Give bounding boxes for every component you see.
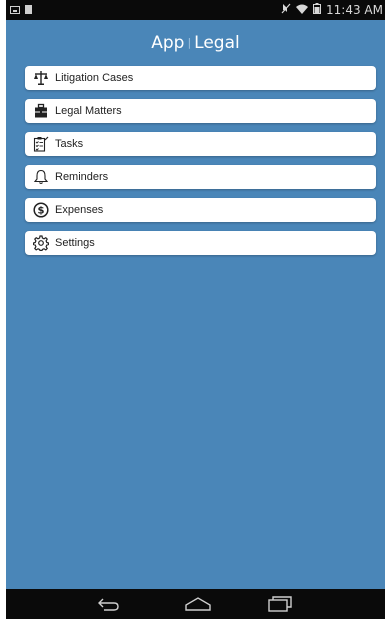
menu-item-expenses[interactable]: $ Expenses bbox=[25, 198, 376, 222]
back-icon[interactable] bbox=[98, 595, 120, 618]
briefcase-icon bbox=[33, 103, 49, 119]
home-icon[interactable] bbox=[185, 595, 211, 618]
menu-item-label: Tasks bbox=[55, 138, 84, 150]
bell-icon bbox=[33, 169, 49, 185]
scales-icon bbox=[33, 70, 49, 86]
square-icon bbox=[25, 5, 32, 14]
title-legal: Legal bbox=[194, 33, 240, 53]
page-title: App | Legal bbox=[6, 33, 385, 53]
status-time: 11:43 AM bbox=[326, 3, 383, 17]
menu-item-legal-matters[interactable]: Legal Matters bbox=[25, 99, 376, 123]
battery-icon bbox=[313, 3, 322, 18]
menu-item-label: Settings bbox=[55, 237, 95, 249]
menu-item-reminders[interactable]: Reminders bbox=[25, 165, 376, 189]
menu-item-settings[interactable]: Settings bbox=[25, 231, 376, 255]
menu-item-label: Legal Matters bbox=[55, 105, 122, 117]
gear-icon bbox=[33, 235, 49, 251]
dollar-icon: $ bbox=[33, 202, 49, 218]
wifi-icon bbox=[296, 4, 309, 18]
menu-item-tasks[interactable]: Tasks bbox=[25, 132, 376, 156]
navigation-bar bbox=[6, 589, 385, 619]
image-icon bbox=[10, 5, 20, 14]
menu-item-label: Litigation Cases bbox=[55, 72, 134, 84]
app-screen: 11:43 AM App | Legal Litigation Cases Le… bbox=[6, 0, 385, 619]
status-bar: 11:43 AM bbox=[6, 0, 385, 20]
title-app: App bbox=[151, 33, 185, 53]
clipboard-icon bbox=[33, 136, 49, 152]
recents-icon[interactable] bbox=[268, 595, 292, 618]
title-separator: | bbox=[187, 36, 192, 49]
menu-item-label: Expenses bbox=[55, 204, 104, 216]
menu-item-litigation-cases[interactable]: Litigation Cases bbox=[25, 66, 376, 90]
mute-icon bbox=[281, 3, 291, 18]
svg-text:$: $ bbox=[38, 206, 45, 217]
main-menu: Litigation Cases Legal Matters Tasks Rem… bbox=[25, 66, 376, 264]
menu-item-label: Reminders bbox=[55, 171, 109, 183]
